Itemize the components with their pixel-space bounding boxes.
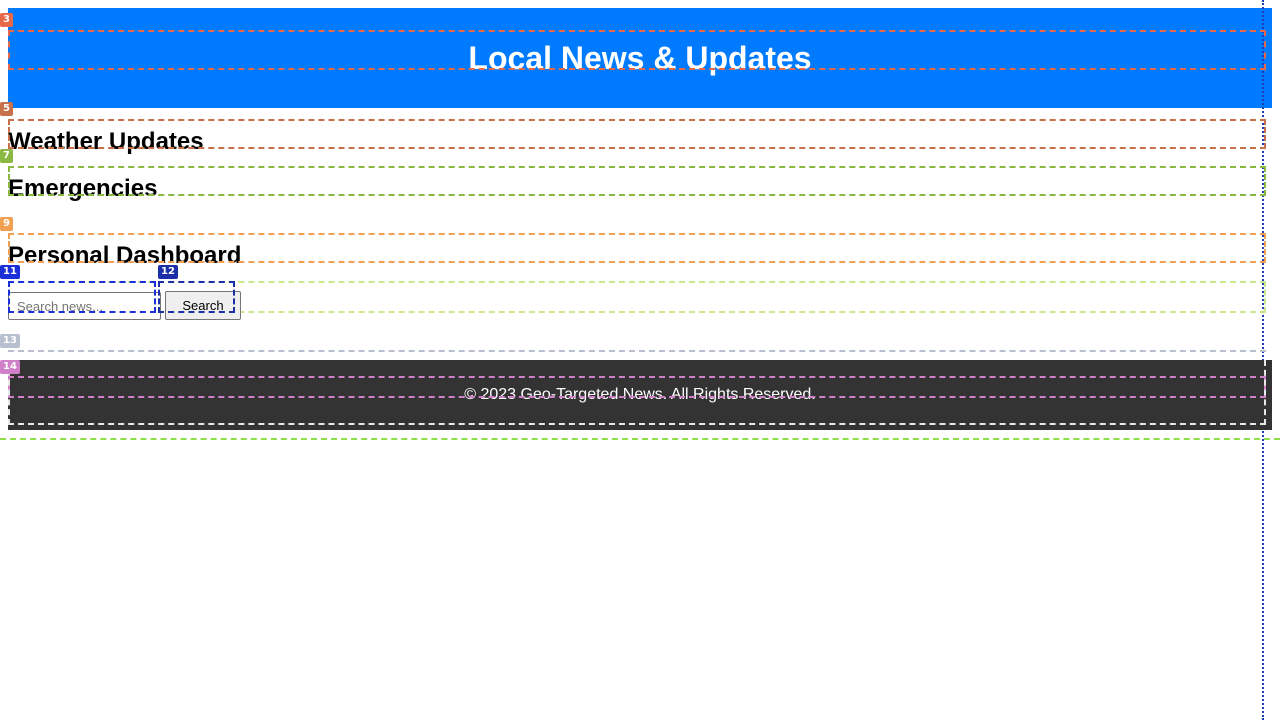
overlay-tag-header: 3 — [0, 13, 13, 27]
overlay-tag-dashboard: 9 — [0, 217, 13, 231]
overlay-tag-emergencies: 7 — [0, 149, 13, 163]
page: Local News & Updates 3 Weather Updates 5… — [0, 0, 1280, 720]
overlay-box-emergencies — [8, 166, 1266, 196]
overlay-box-search-section — [8, 350, 1266, 352]
personal-dashboard-heading: Personal Dashboard — [8, 242, 242, 269]
site-footer: © 2023 Geo-Targeted News. All Rights Res… — [8, 360, 1272, 430]
overlay-tag-footer: 14 — [0, 360, 20, 374]
site-header: Local News & Updates — [8, 8, 1272, 108]
page-title: Local News & Updates — [468, 40, 812, 76]
overlay-tag-search-button: 12 — [158, 265, 178, 279]
emergencies-heading: Emergencies — [8, 175, 158, 202]
search-input[interactable] — [8, 292, 161, 320]
footer-copyright: © 2023 Geo-Targeted News. All Rights Res… — [464, 386, 816, 403]
overlay-tag-weather: 5 — [0, 102, 13, 116]
search-button[interactable]: Search — [165, 291, 241, 320]
overlay-tag-search-input: 11 — [0, 265, 20, 279]
weather-updates-heading: Weather Updates — [8, 128, 204, 155]
overlay-tag-search-section: 13 — [0, 334, 20, 348]
